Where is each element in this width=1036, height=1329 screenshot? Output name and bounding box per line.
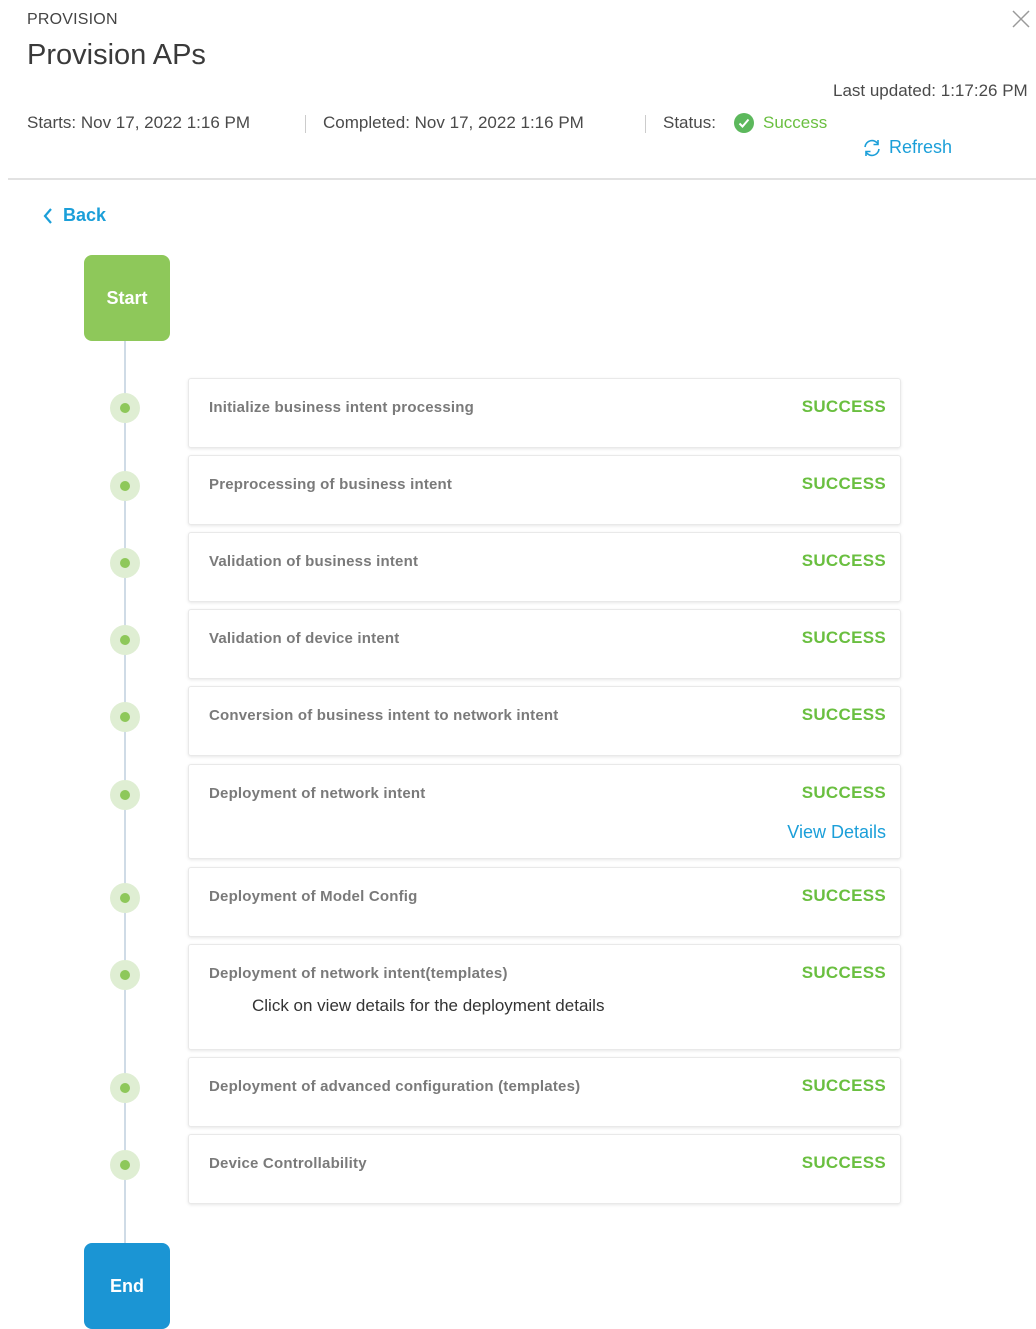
step-status: SUCCESS [801,963,886,982]
start-node: Start [84,255,170,341]
step-card: Initialize business intent processing SU… [188,378,901,448]
status-label: Status: [663,113,716,132]
back-label: Back [63,205,107,225]
step-dot [110,471,140,501]
step-status: SUCCESS [801,628,886,647]
step-label: Deployment of network intent(templates) [209,965,508,982]
step-card: Deployment of advanced configuration (te… [188,1057,901,1127]
step-card: Validation of business intent SUCCESS [188,532,901,602]
step-dot [110,960,140,990]
status-value: Success [763,113,828,132]
step-card: Validation of device intent SUCCESS [188,609,901,679]
step-status: SUCCESS [801,397,886,416]
step-status: SUCCESS [801,783,886,802]
step-dot [110,780,140,810]
step-label: Conversion of business intent to network… [209,707,559,724]
last-updated: Last updated: 1:17:26 PM [833,81,1028,100]
start-time: Starts: Nov 17, 2022 1:16 PM [27,113,251,132]
step-dot [110,1073,140,1103]
step-dot [110,1150,140,1180]
end-node: End [84,1243,170,1329]
step-dot [110,625,140,655]
divider [305,115,306,133]
step-card: Conversion of business intent to network… [188,686,901,756]
step-label: Validation of business intent [209,553,419,570]
step-status: SUCCESS [801,474,886,493]
step-card: Preprocessing of business intent SUCCESS [188,455,901,525]
step-label: Deployment of network intent [209,785,426,802]
step-card: Deployment of network intent(templates) … [188,944,901,1050]
step-label: Deployment of Model Config [209,888,418,905]
step-status: SUCCESS [801,551,886,570]
step-dot [110,548,140,578]
step-status: SUCCESS [801,1153,886,1172]
step-label: Device Controllability [209,1155,367,1172]
step-note: Click on view details for the deployment… [252,996,605,1015]
divider [645,115,646,133]
refresh-label: Refresh [889,137,953,157]
step-status: SUCCESS [801,1076,886,1095]
step-dot [110,883,140,913]
refresh-icon [864,139,880,156]
header-divider [8,178,1036,180]
chevron-left-icon [43,207,52,224]
page-kicker: PROVISION [27,11,118,28]
success-check-icon [734,113,754,133]
step-dot [110,393,140,423]
back-button[interactable]: Back [42,205,106,226]
step-status: SUCCESS [801,886,886,905]
step-dot [110,702,140,732]
step-label: Validation of device intent [209,630,400,647]
step-card: Device Controllability SUCCESS [188,1134,901,1204]
step-card: Deployment of network intent SUCCESS Vie… [188,764,901,859]
step-label: Initialize business intent processing [209,399,474,416]
close-icon[interactable] [1010,8,1032,30]
completed-time: Completed: Nov 17, 2022 1:16 PM [323,113,584,132]
page-title: Provision APs [27,39,206,71]
refresh-button[interactable]: Refresh [861,137,952,158]
step-label: Deployment of advanced configuration (te… [209,1078,581,1095]
step-status: SUCCESS [801,705,886,724]
step-card: Deployment of Model Config SUCCESS [188,867,901,937]
view-details-link[interactable]: View Details [787,822,886,843]
step-label: Preprocessing of business intent [209,476,453,493]
